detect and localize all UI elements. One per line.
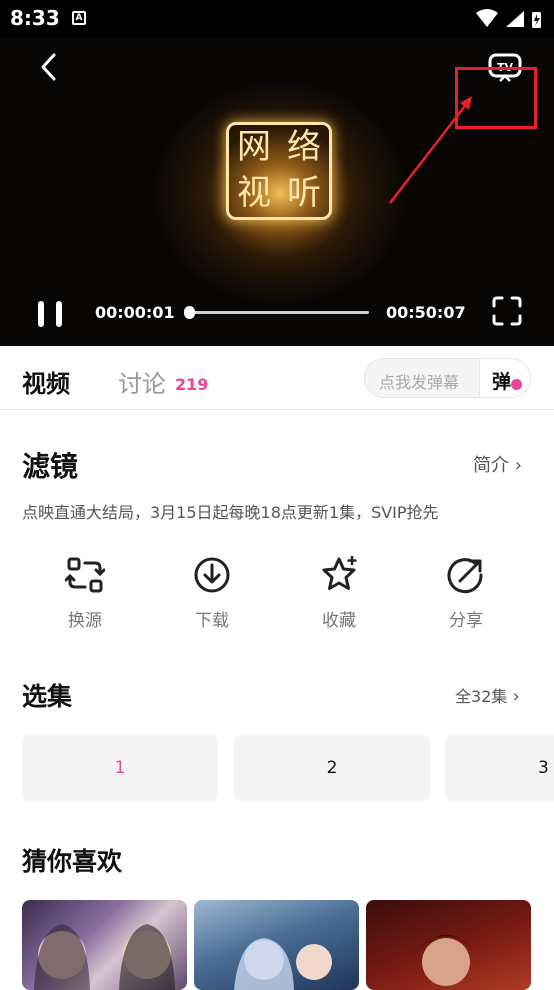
- discuss-count-badge: 219: [175, 375, 209, 394]
- recommend-poster[interactable]: [366, 900, 531, 990]
- download-button[interactable]: 下载: [172, 555, 252, 635]
- progress-knob[interactable]: [184, 306, 195, 319]
- tab-discuss[interactable]: 讨论: [118, 364, 166, 399]
- danmu-placeholder: 点我发弹幕: [379, 373, 460, 392]
- video-player[interactable]: 网 络 视 听 TV 00:00:01 00:50:07: [0, 38, 554, 346]
- progress-track[interactable]: [187, 311, 369, 314]
- share-button[interactable]: 分享: [426, 555, 506, 635]
- episodes-title: 选集: [22, 682, 73, 711]
- current-time: 00:00:01: [95, 303, 175, 322]
- share-icon: [447, 558, 483, 594]
- danmu-toggle-button[interactable]: 弹: [479, 359, 530, 397]
- danmu-button-label: 弹: [492, 371, 512, 393]
- status-time: 8:33: [10, 6, 60, 30]
- poster-art: [34, 924, 175, 990]
- action-label: 换源: [68, 611, 102, 631]
- total-time: 00:50:07: [386, 303, 466, 322]
- action-label: 下载: [195, 611, 229, 631]
- pause-icon[interactable]: [36, 300, 64, 328]
- broadcast-seal-logo: 网 络 视 听: [226, 122, 332, 220]
- system-status-icons: [476, 9, 541, 28]
- switch-source-button[interactable]: 换源: [45, 555, 125, 635]
- episode-item[interactable]: 2: [234, 735, 430, 801]
- intro-link[interactable]: 简介 ›: [473, 451, 522, 477]
- all-episodes-link[interactable]: 全32集 ›: [455, 683, 520, 707]
- download-icon: [194, 557, 230, 593]
- notification-icon: A: [72, 11, 86, 25]
- show-title: 滤镜: [22, 450, 79, 483]
- recommend-poster[interactable]: [22, 900, 187, 990]
- back-arrow-icon[interactable]: [38, 52, 60, 82]
- poster-art: [420, 935, 472, 986]
- episode-item[interactable]: 3: [445, 735, 554, 801]
- favorite-button[interactable]: 收藏: [299, 555, 379, 635]
- switch-source-icon: [65, 557, 105, 593]
- poster-art: [234, 938, 332, 990]
- recommend-poster[interactable]: [194, 900, 359, 990]
- episode-item-selected[interactable]: 1: [22, 735, 218, 801]
- danmu-input[interactable]: 点我发弹幕 弹: [364, 358, 531, 398]
- tab-video[interactable]: 视频: [22, 364, 70, 399]
- chevron-right-icon: ›: [514, 455, 522, 476]
- danmu-check-icon: [511, 379, 522, 390]
- status-bar: 8:33 A: [0, 0, 554, 38]
- action-label: 分享: [449, 611, 483, 631]
- show-description: 点映直通大结局，3月15日起每晚18点更新1集，SVIP抢先: [22, 503, 439, 522]
- action-label: 收藏: [322, 611, 356, 631]
- tabs-divider: [0, 409, 554, 410]
- recommend-title: 猜你喜欢: [22, 847, 123, 876]
- chevron-right-icon: ›: [512, 686, 520, 707]
- star-icon: [322, 555, 357, 590]
- fullscreen-icon[interactable]: [492, 296, 522, 326]
- annotation-arrow: [389, 96, 472, 204]
